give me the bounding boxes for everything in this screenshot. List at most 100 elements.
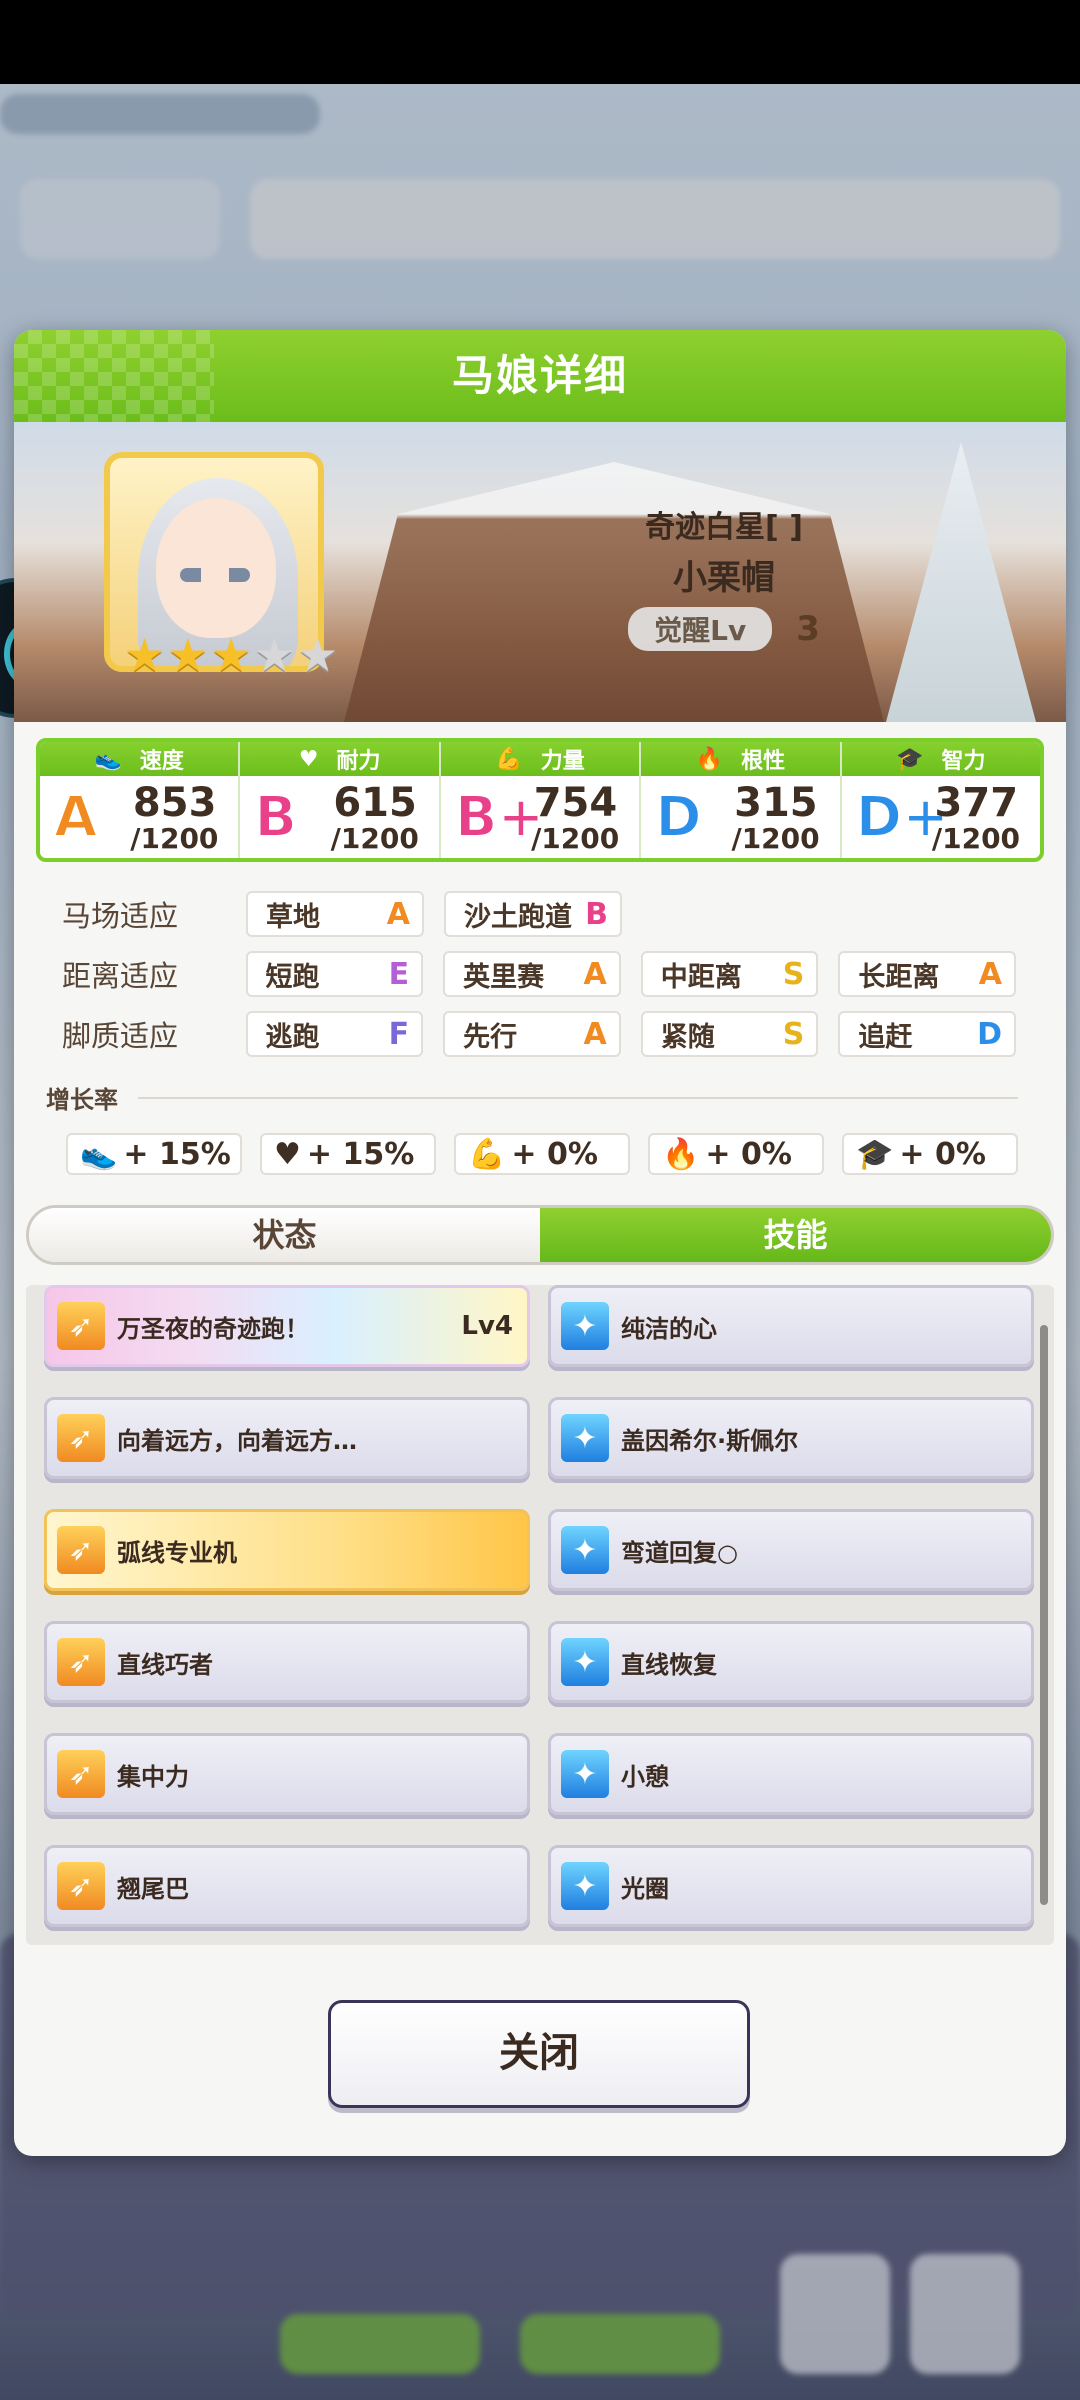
muscle-icon: 💪: [468, 1136, 506, 1172]
recovery-skill-icon: ✦: [561, 1862, 609, 1910]
skill-card[interactable]: ➶ 万圣夜的奇迹跑！ Lv4: [44, 1285, 530, 1367]
skill-name: 弯道回复○: [621, 1538, 738, 1567]
growth-wisdom: 🎓 + 0%: [842, 1133, 1018, 1175]
recovery-skill-icon: ✦: [561, 1526, 609, 1574]
skill-card[interactable]: ➶ 弧线专业机: [44, 1509, 530, 1591]
star-empty-icon: ★: [253, 628, 295, 682]
recovery-skill-icon: ✦: [561, 1750, 609, 1798]
star-icon: ★: [210, 628, 252, 682]
aptitude-row-track: 马场适应 草地 A 沙土跑道 B: [44, 884, 1036, 944]
star-icon: ★: [167, 628, 209, 682]
skill-card[interactable]: ➶ 直线巧者: [44, 1621, 530, 1703]
growth-guts: 🔥 + 0%: [648, 1133, 824, 1175]
tab-skills[interactable]: 技能: [540, 1208, 1051, 1262]
skill-card[interactable]: ✦ 纯洁的心: [548, 1285, 1034, 1367]
aptitude-cell: 草地 A: [246, 891, 424, 937]
stat-guts: 🔥 根性 D 315 /1200: [641, 742, 842, 858]
aptitude-label: 脚质适应: [62, 1019, 179, 1053]
growth-title: 增长率: [46, 1080, 1066, 1115]
growth-stamina: ♥ + 15%: [260, 1133, 436, 1175]
speed-skill-icon: ➶: [57, 1414, 105, 1462]
awaken-value: 3: [796, 609, 820, 649]
flame-icon: 🔥: [662, 1136, 700, 1172]
skill-name: 纯洁的心: [621, 1314, 717, 1343]
growth-rates: 👟 + 15% ♥ + 15% 💪 + 0% 🔥 + 0% 🎓 + 0%: [66, 1133, 1066, 1175]
aptitude-cell: 短跑 E: [245, 951, 424, 997]
stats-panel: 👟 速度 A 853 /1200 ♥ 耐力 B 615 /1200 💪 力量 B+ 7…: [36, 738, 1044, 862]
aptitude-cell: 英里赛 A: [443, 951, 621, 997]
aptitude-row-style: 脚质适应 逃跑 F 先行 A 紧随 S 追赶 D: [44, 1004, 1036, 1064]
skills-list[interactable]: ➶ 万圣夜的奇迹跑！ Lv4 ✦ 纯洁的心 ➶ 向着远方，向着远方… ✦ 盖因希尔·斯佩尔 ➶ 弧线…: [26, 1285, 1054, 1945]
skill-name: 光圈: [621, 1874, 669, 1903]
character-name: 小栗帽: [673, 558, 775, 598]
stat-max: /1200: [731, 822, 820, 855]
stat-speed: 👟 速度 A 853 /1200: [40, 742, 241, 858]
heart-icon: ♥: [298, 746, 319, 772]
awaken-level: 觉醒Lv 3: [574, 607, 874, 651]
header-pattern: [14, 330, 214, 422]
snow-tree-background: [886, 442, 1036, 722]
aptitude-section: 马场适应 草地 A 沙土跑道 B 距离适应 短跑 E 英里赛 A 中距离 S 长距离 A 脚…: [44, 884, 1036, 1064]
speed-skill-icon: ➶: [57, 1638, 105, 1686]
stat-value: 377: [934, 780, 1019, 826]
stat-max: /1200: [531, 822, 620, 855]
speed-skill-icon: ➶: [57, 1302, 105, 1350]
stat-value: 853: [132, 780, 217, 826]
skill-card[interactable]: ➶ 向着远方，向着远方…: [44, 1397, 530, 1479]
stat-power: 💪 力量 B+ 754 /1200: [440, 742, 642, 858]
character-banner: ★ ★ ★ ★ ★ 奇迹白星[ ] 小栗帽 觉醒Lv 3: [14, 422, 1066, 722]
character-name-block: 奇迹白星[ ] 小栗帽 觉醒Lv 3: [574, 502, 874, 651]
skill-card[interactable]: ✦ 光圈: [548, 1845, 1034, 1927]
skill-card[interactable]: ➶ 翘尾巴: [44, 1845, 530, 1927]
skill-name: 万圣夜的奇迹跑！: [117, 1314, 309, 1343]
star-empty-icon: ★: [297, 628, 339, 682]
awaken-label: 觉醒Lv: [628, 607, 773, 651]
star-icon: ★: [124, 628, 166, 682]
aptitude-cell: 长距离 A: [838, 951, 1017, 997]
recovery-skill-icon: ✦: [561, 1302, 609, 1350]
aptitude-cell: 沙土跑道 B: [444, 891, 622, 937]
skill-level: Lv4: [461, 1311, 513, 1341]
stat-grade: D: [654, 785, 703, 850]
skill-name: 弧线专业机: [117, 1538, 237, 1567]
dialog-header: 马娘详细: [14, 330, 1066, 422]
stat-grade: B: [253, 785, 298, 850]
stat-max: /1200: [130, 822, 219, 855]
shoe-icon: 👟: [80, 1136, 118, 1172]
stat-grade: A: [53, 785, 98, 850]
skill-card[interactable]: ➶ 集中力: [44, 1733, 530, 1815]
flame-icon: 🔥: [695, 746, 724, 772]
stat-value: 615: [333, 780, 417, 826]
stat-value: 315: [734, 780, 818, 826]
skills-scrollbar[interactable]: [1040, 1325, 1048, 1905]
skill-name: 直线恢复: [621, 1650, 717, 1679]
skill-name: 盖因希尔·斯佩尔: [621, 1426, 799, 1455]
character-detail-dialog: 马娘详细 ★ ★ ★ ★ ★ 奇迹白星[ ] 小栗帽 觉醒Lv 3 👟 速度 A…: [14, 330, 1066, 2156]
graduation-cap-icon: 🎓: [856, 1136, 894, 1172]
outfit-name: 奇迹白星[ ]: [645, 510, 803, 545]
skill-name: 向着远方，向着远方…: [117, 1426, 357, 1455]
growth-speed: 👟 + 15%: [66, 1133, 242, 1175]
muscle-icon: 💪: [495, 746, 523, 772]
stat-max: /1200: [330, 822, 419, 855]
close-button[interactable]: 关闭: [328, 2000, 750, 2108]
stat-wisdom: 🎓 智力 D+ 377 /1200: [841, 742, 1040, 858]
skill-card[interactable]: ✦ 盖因希尔·斯佩尔: [548, 1397, 1034, 1479]
aptitude-label: 马场适应: [62, 899, 179, 933]
stat-value: 754: [533, 780, 618, 826]
skill-card[interactable]: ✦ 弯道回复○: [548, 1509, 1034, 1591]
stat-max: /1200: [931, 822, 1021, 855]
graduation-cap-icon: 🎓: [896, 746, 924, 772]
aptitude-cell: 逃跑 F: [245, 1011, 424, 1057]
skill-card[interactable]: ✦ 小憩: [548, 1733, 1034, 1815]
tab-status[interactable]: 状态: [29, 1208, 540, 1262]
aptitude-cell: 先行 A: [443, 1011, 621, 1057]
recovery-skill-icon: ✦: [561, 1414, 609, 1462]
skill-name: 小憩: [621, 1762, 669, 1791]
skill-name: 直线巧者: [117, 1650, 213, 1679]
aptitude-row-distance: 距离适应 短跑 E 英里赛 A 中距离 S 长距离 A: [44, 944, 1036, 1004]
rarity-stars: ★ ★ ★ ★ ★: [124, 632, 338, 678]
heart-icon: ♥: [274, 1136, 301, 1172]
skill-name: 翘尾巴: [117, 1874, 189, 1903]
skill-card[interactable]: ✦ 直线恢复: [548, 1621, 1034, 1703]
